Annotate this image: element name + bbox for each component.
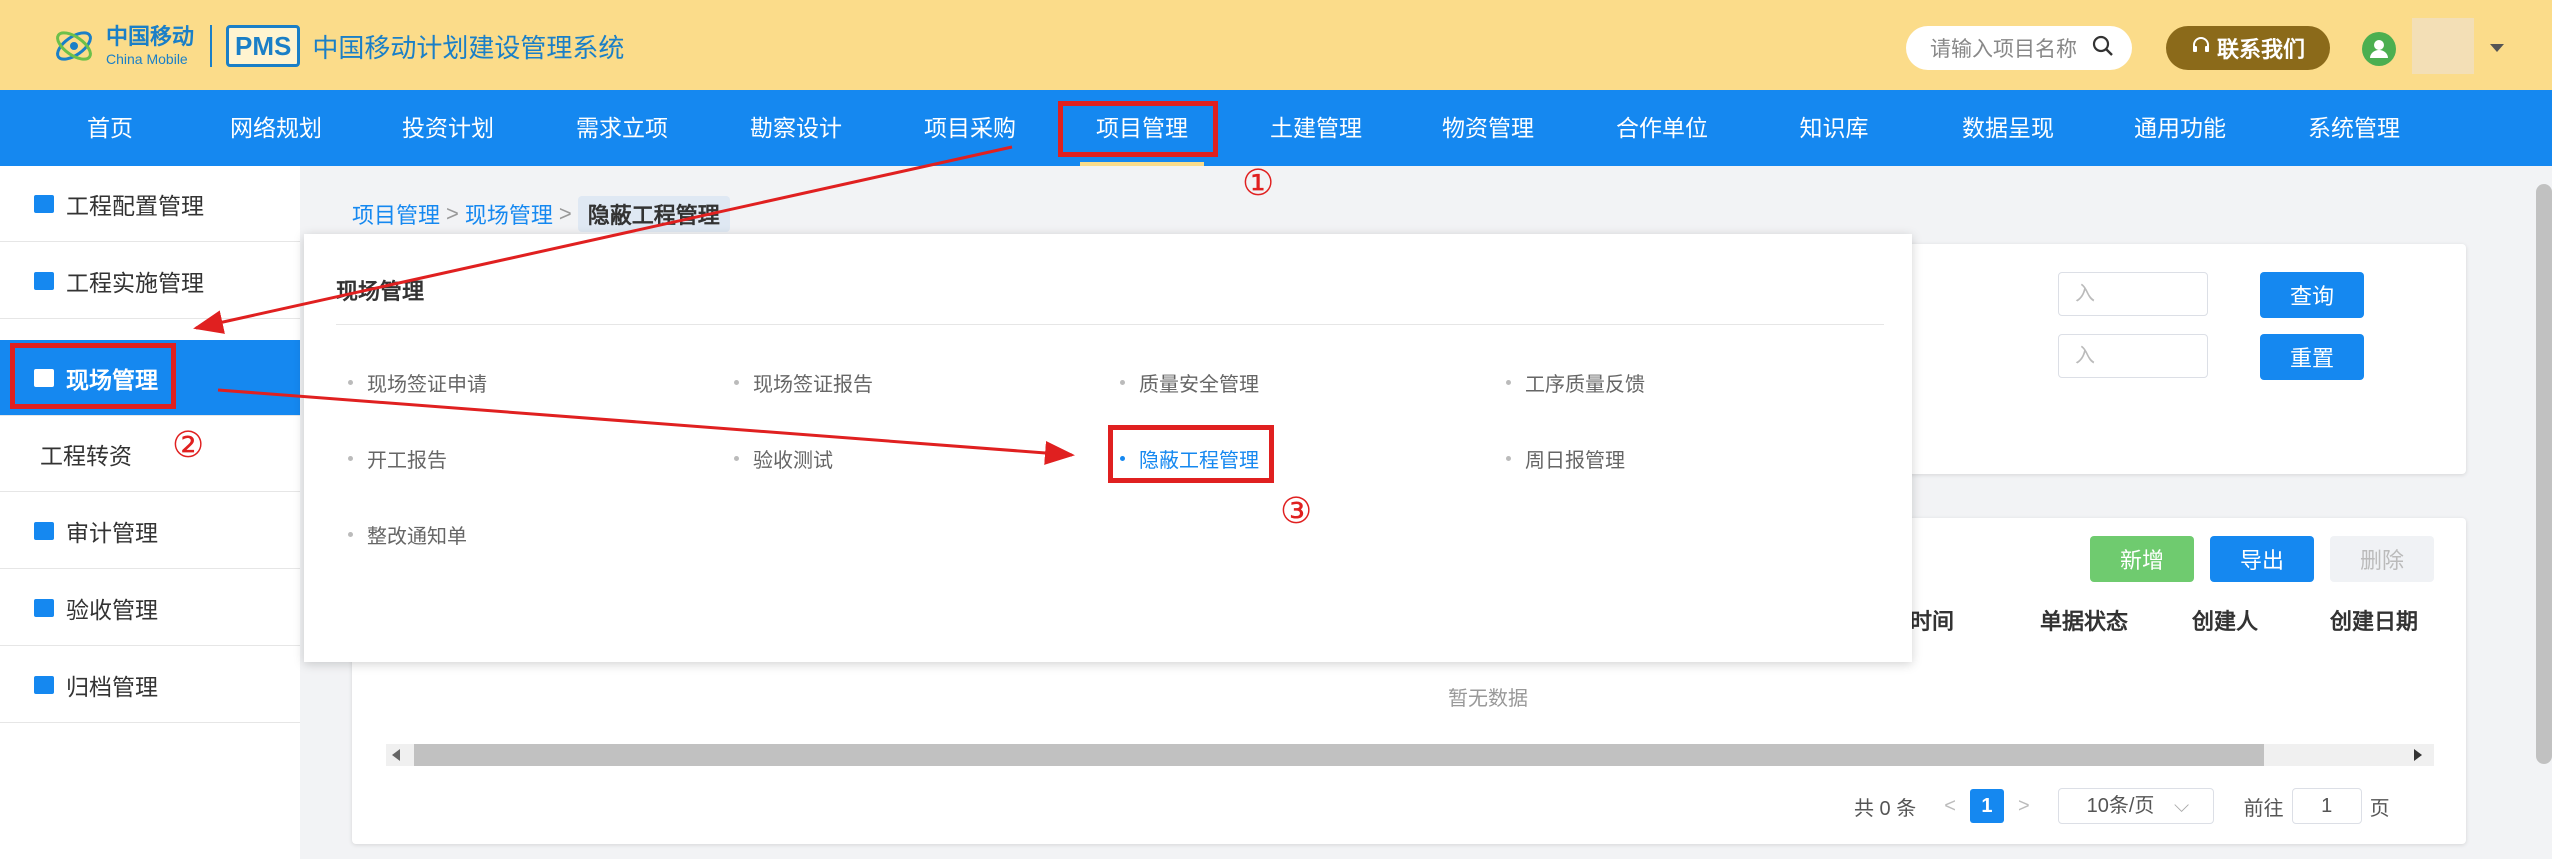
arrow-1 [193, 145, 1013, 334]
annotation-arrows [193, 145, 1075, 465]
arrow-2 [217, 388, 1075, 465]
